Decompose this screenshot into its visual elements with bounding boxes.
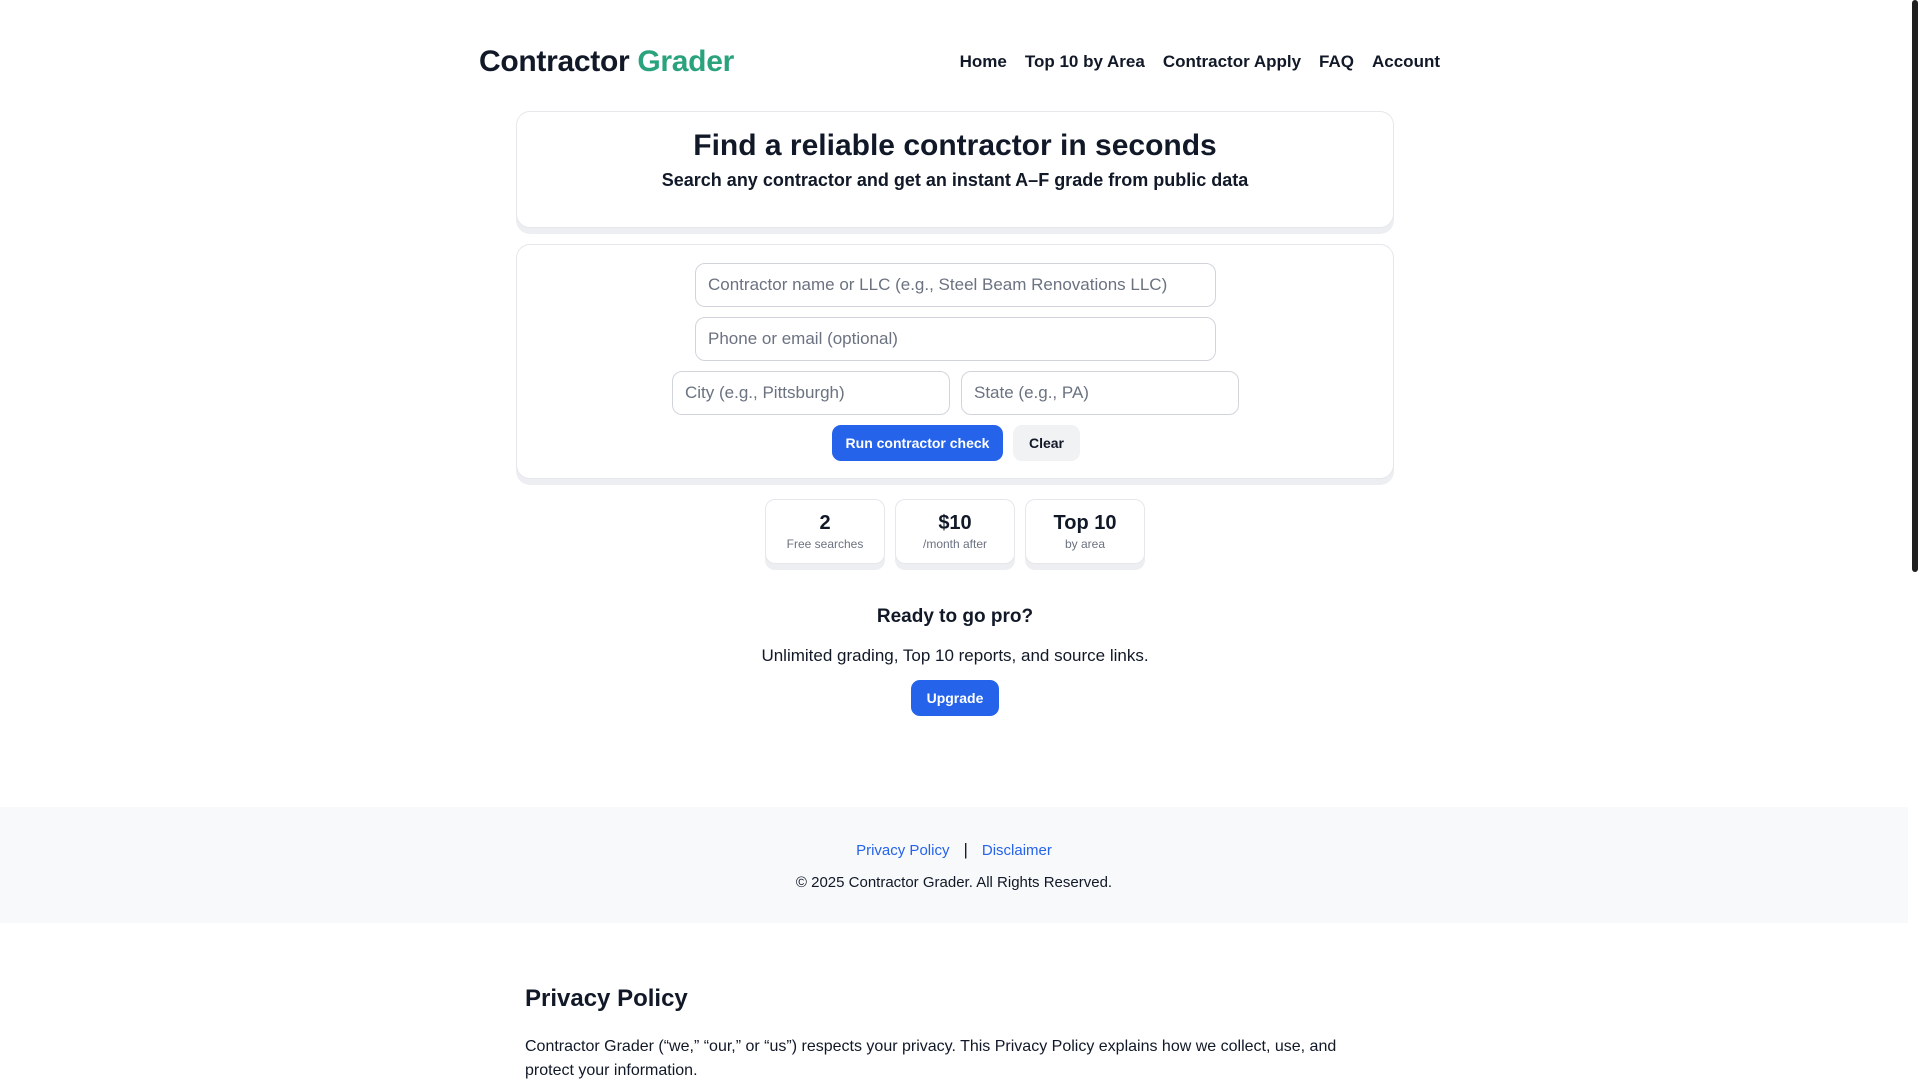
- page: Contractor Grader Home Top 10 by Area Co…: [0, 0, 1908, 1080]
- privacy-intro: Contractor Grader (“we,” “our,” or “us”)…: [525, 1038, 1337, 1079]
- site-header: Contractor Grader Home Top 10 by Area Co…: [479, 40, 1440, 84]
- brand-primary: Contractor: [479, 45, 630, 78]
- upgrade-button[interactable]: Upgrade: [911, 680, 999, 716]
- stat-value: $10: [938, 512, 972, 534]
- hero-title: Find a reliable contractor in seconds: [693, 129, 1217, 162]
- site-footer: Privacy Policy | Disclaimer © 2025 Contr…: [0, 807, 1908, 923]
- page-scrollbar[interactable]: [1908, 0, 1920, 1080]
- main-nav: Home Top 10 by Area Contractor Apply FAQ…: [960, 52, 1440, 72]
- stat-label: by area: [1064, 537, 1106, 551]
- stat-value: 2: [819, 512, 831, 534]
- nav-account[interactable]: Account: [1372, 52, 1440, 72]
- footer-links: Privacy Policy | Disclaimer: [0, 840, 1908, 860]
- nav-home[interactable]: Home: [960, 52, 1007, 72]
- footer-disclaimer-link[interactable]: Disclaimer: [982, 842, 1052, 859]
- hero-subtitle: Search any contractor and get an instant…: [661, 170, 1249, 190]
- nav-top-10-by-area[interactable]: Top 10 by Area: [1025, 52, 1145, 72]
- stat-value: Top 10: [1053, 512, 1117, 534]
- search-form-card: Run contractor check Clear: [516, 244, 1394, 479]
- city-input[interactable]: [672, 371, 950, 415]
- run-contractor-check-button[interactable]: Run contractor check: [832, 425, 1003, 461]
- brand-logo[interactable]: Contractor Grader: [479, 45, 734, 79]
- footer-separator: |: [963, 840, 968, 859]
- scrollbar-thumb[interactable]: [1912, 0, 1918, 572]
- state-input[interactable]: [961, 371, 1239, 415]
- privacy-policy-section: Privacy Policy Contractor Grader (“we,” …: [525, 985, 1345, 1080]
- pro-title: Ready to go pro?: [876, 606, 1034, 627]
- contractor-name-input[interactable]: [695, 263, 1216, 307]
- footer-copyright: © 2025 Contractor Grader. All Rights Res…: [795, 874, 1113, 891]
- stat-top-10: Top 10 by area: [1025, 499, 1145, 564]
- stat-monthly-price: $10 /month after: [895, 499, 1015, 564]
- brand-accent: Grader: [637, 45, 734, 78]
- clear-button[interactable]: Clear: [1013, 425, 1080, 461]
- hero-card: Find a reliable contractor in seconds Se…: [516, 111, 1394, 228]
- stat-label: Free searches: [786, 537, 864, 551]
- pro-section: Ready to go pro? Unlimited grading, Top …: [516, 606, 1394, 716]
- privacy-title: Privacy Policy: [525, 985, 688, 1012]
- footer-privacy-link[interactable]: Privacy Policy: [856, 842, 949, 859]
- nav-faq[interactable]: FAQ: [1319, 52, 1354, 72]
- stat-free-searches: 2 Free searches: [765, 499, 885, 564]
- nav-contractor-apply[interactable]: Contractor Apply: [1163, 52, 1301, 72]
- phone-email-input[interactable]: [695, 317, 1216, 361]
- pro-description: Unlimited grading, Top 10 reports, and s…: [761, 646, 1149, 665]
- stat-label: /month after: [922, 537, 988, 551]
